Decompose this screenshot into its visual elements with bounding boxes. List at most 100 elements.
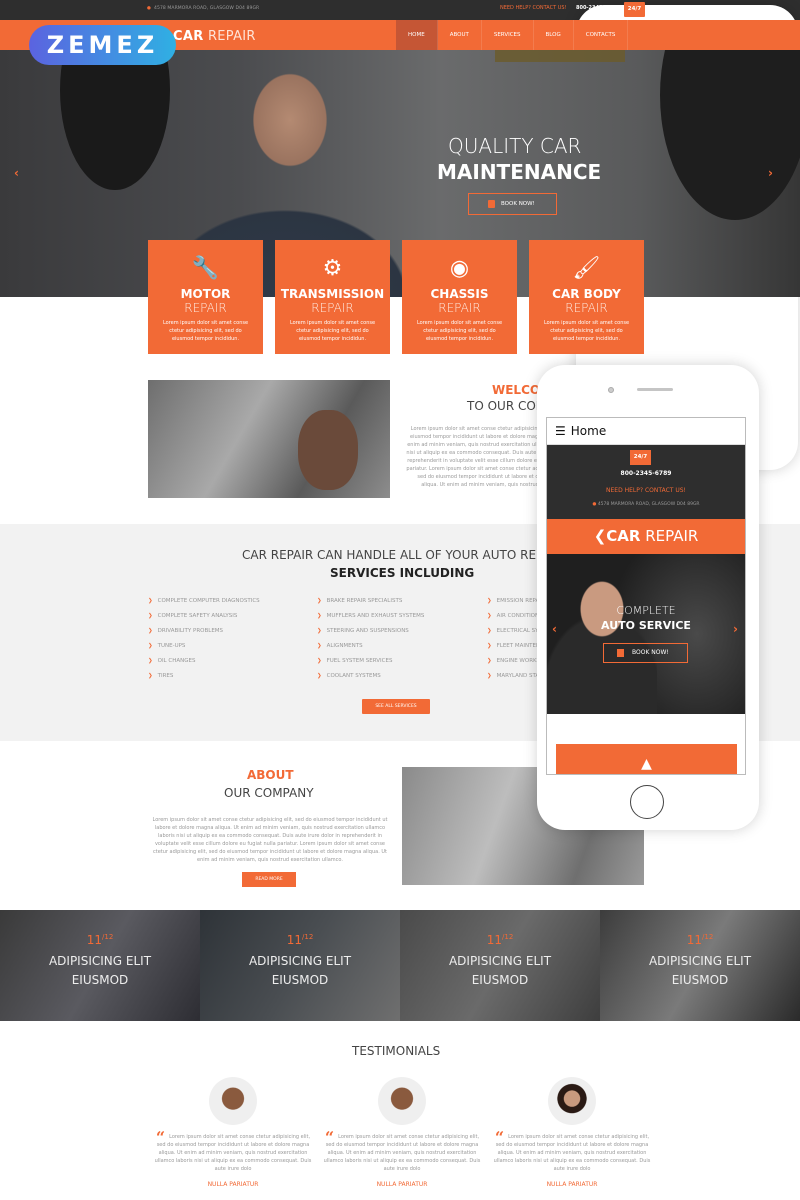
news-month: 12 — [504, 933, 514, 941]
mobile-hero-line1: COMPLETE — [616, 604, 676, 617]
chevron-right-icon: ❯ — [487, 643, 492, 649]
news-tile[interactable]: 11/12 ADIPISICING ELIT EIUSMOD — [400, 910, 600, 1021]
avatar — [548, 1077, 596, 1125]
book-now-button[interactable]: BOOK NOW! — [468, 193, 557, 215]
chevron-right-icon: ❯ — [317, 613, 322, 619]
mechanic-face — [298, 410, 358, 490]
news-subtitle: EIUSMOD — [671, 973, 729, 987]
news-tile[interactable]: 11/12 ADIPISICING ELIT EIUSMOD — [600, 910, 800, 1021]
welcome-image — [148, 380, 390, 498]
news-day: 11 — [286, 933, 302, 947]
about-title: ABOUT — [247, 768, 294, 782]
mobile-hero-line2: AUTO SERVICE — [601, 619, 691, 632]
news-month: 12 — [304, 933, 314, 941]
paint-brush-icon: 🖌 — [572, 256, 601, 281]
nav-services[interactable]: SERVICES — [482, 20, 534, 50]
mobile-book-now-button[interactable]: BOOK NOW! — [603, 643, 688, 663]
mobile-address-text: 4578 MARMORA ROAD, GLASGOW D04 89GR — [597, 502, 700, 507]
testimonial-author: NULLA PARIATUR — [376, 1181, 428, 1188]
service-list-item: ❯ BRAKE REPAIR SPECIALISTS — [317, 594, 424, 609]
mobile-menu-label: Home — [570, 424, 607, 438]
hamburger-icon[interactable]: ☰ — [555, 418, 566, 445]
map-pin-icon: ● — [147, 6, 152, 11]
service-list-item: ❯ OIL CHANGES — [148, 654, 260, 669]
services-subheading: SERVICES INCLUDING — [330, 566, 475, 580]
service-card-transmission[interactable]: ⚙ TRANSMISSION REPAIR Lorem ipsum dolor … — [275, 240, 390, 354]
card-subtitle: REPAIR — [565, 301, 608, 315]
news-date: 11/12 — [486, 933, 514, 947]
service-card-car-body[interactable]: 🖌 CAR BODY REPAIR Lorem ipsum dolor sit … — [529, 240, 644, 354]
avatar — [209, 1077, 257, 1125]
service-label: COMPLETE COMPUTER DIAGNOSTICS — [157, 598, 260, 604]
logo-bold: CAR — [173, 29, 204, 44]
service-label: TUNE-UPS — [157, 643, 186, 649]
news-tile[interactable]: 11/12 ADIPISICING ELIT EIUSMOD — [200, 910, 400, 1021]
testimonial-author: NULLA PARIATUR — [546, 1181, 598, 1188]
chevron-right-icon: ❯ — [148, 613, 153, 619]
service-label: ALIGNMENTS — [326, 643, 363, 649]
service-list-item: ❯ ALIGNMENTS — [317, 639, 424, 654]
service-list-item: ❯ DRIVABILITY PROBLEMS — [148, 624, 260, 639]
chevron-right-icon: ❯ — [148, 643, 153, 649]
mobile-logo[interactable]: ❮CAR REPAIR — [547, 519, 745, 554]
quote-text: Lorem ipsum dolor sit amet conse ctetur … — [154, 1134, 312, 1172]
mobile-service-card[interactable]: ▲ — [556, 744, 737, 774]
nav-contacts[interactable]: CONTACTS — [574, 20, 629, 50]
phone-speaker — [637, 388, 673, 391]
logo-bold: CAR — [606, 527, 641, 545]
service-card-chassis[interactable]: ◉ CHASSIS REPAIR Lorem ipsum dolor sit a… — [402, 240, 517, 354]
help-link[interactable]: NEED HELP? CONTACT US! — [500, 5, 567, 11]
lift-image — [495, 50, 625, 62]
nav-home[interactable]: HOME — [396, 20, 438, 50]
brake-disc-icon: ◉ — [449, 256, 470, 281]
nav-about[interactable]: ABOUT — [438, 20, 482, 50]
news-subtitle: EIUSMOD — [471, 973, 529, 987]
service-label: COOLANT SYSTEMS — [326, 673, 381, 679]
logo-chevron-icon: ❮ — [593, 527, 607, 545]
book-now-label: BOOK NOW! — [632, 649, 669, 656]
mobile-next-arrow[interactable]: › — [733, 622, 738, 636]
tire-image — [660, 50, 800, 220]
address: ● 4578 MARMORA ROAD, GLASGOW D04 89GR — [147, 6, 259, 11]
news-tile[interactable]: 11/12 ADIPISICING ELIT EIUSMOD — [0, 910, 200, 1021]
quote-text: Lorem ipsum dolor sit amet conse ctetur … — [493, 1134, 651, 1172]
chevron-right-icon: ❯ — [487, 598, 492, 604]
service-label: BRAKE REPAIR SPECIALISTS — [326, 598, 403, 604]
book-now-label: BOOK NOW! — [501, 201, 535, 207]
chevron-right-icon: ❯ — [317, 643, 322, 649]
mobile-help-link[interactable]: NEED HELP? CONTACT US! — [547, 487, 745, 494]
mobile-menu-bar[interactable]: ☰ Home — [547, 418, 745, 445]
services-column-1: ❯ COMPLETE COMPUTER DIAGNOSTICS ❯ COMPLETE … — [148, 594, 260, 684]
quote-text: Lorem ipsum dolor sit amet conse ctetur … — [323, 1134, 481, 1172]
mobile-hero: COMPLETE AUTO SERVICE BOOK NOW! ‹ › — [547, 554, 745, 714]
news-title: ADIPISICING ELIT — [448, 954, 552, 968]
book-icon — [617, 649, 624, 657]
news-title: ADIPISICING ELIT — [48, 954, 152, 968]
logo-light: REPAIR — [645, 527, 699, 545]
logo[interactable]: CAR REPAIR — [173, 29, 256, 44]
service-cards: 🔧 MOTOR REPAIR Lorem ipsum dolor sit ame… — [148, 240, 644, 354]
chevron-right-icon: ❯ — [317, 658, 322, 664]
chevron-right-icon: ❯ — [487, 673, 492, 679]
mechanic-image — [547, 564, 657, 714]
mobile-top-bar: 24/7 800-2345-6789 NEED HELP? CONTACT US… — [547, 445, 745, 519]
service-card-motor[interactable]: 🔧 MOTOR REPAIR Lorem ipsum dolor sit ame… — [148, 240, 263, 354]
read-more-button[interactable]: READ MORE — [242, 872, 296, 887]
card-subtitle: REPAIR — [184, 301, 227, 315]
main-nav: HOME ABOUT SERVICES BLOG CONTACTS — [396, 20, 629, 50]
service-list-item: ❯ FUEL SYSTEM SERVICES — [317, 654, 424, 669]
card-description: Lorem ipsum dolor sit amet conse ctetur … — [289, 320, 376, 342]
news-day: 11 — [686, 933, 702, 947]
nav-blog[interactable]: BLOG — [534, 20, 574, 50]
chevron-right-icon: ❯ — [487, 613, 492, 619]
service-list-item: ❯ COOLANT SYSTEMS — [317, 669, 424, 684]
card-subtitle: REPAIR — [438, 301, 481, 315]
see-all-services-button[interactable]: SEE ALL SERVICES — [362, 699, 430, 714]
mobile-phone-number[interactable]: 800-2345-6789 — [547, 470, 745, 477]
slider-prev-arrow[interactable]: ‹ — [14, 166, 19, 180]
book-icon — [488, 200, 495, 208]
avatar — [378, 1077, 426, 1125]
mobile-prev-arrow[interactable]: ‹ — [552, 622, 557, 636]
slider-next-arrow[interactable]: › — [768, 166, 773, 180]
testimonial-author: NULLA PARIATUR — [207, 1181, 259, 1188]
